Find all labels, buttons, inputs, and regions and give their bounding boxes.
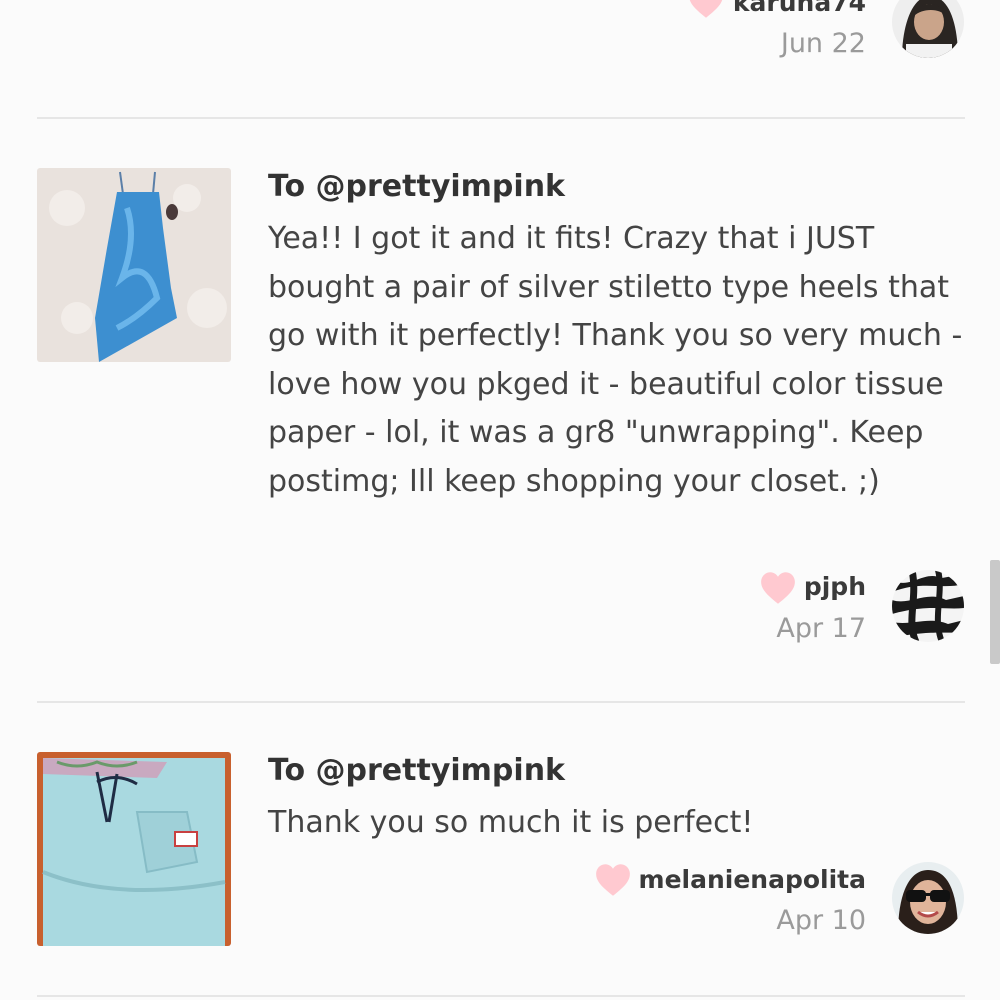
review-divider <box>37 117 965 119</box>
review-date: Apr 10 <box>776 905 866 936</box>
reviewer-username[interactable]: karuna74 <box>733 0 866 17</box>
review-divider <box>37 701 965 703</box>
review-recipient: To @prettyimpink <box>268 169 565 204</box>
review-comment: Yea!! I got it and it fits! Crazy that i… <box>268 221 963 499</box>
like-heart-icon[interactable] <box>688 0 724 20</box>
review-date: Apr 17 <box>776 613 866 644</box>
review-comment: Thank you so much it is perfect! <box>268 805 754 840</box>
reviewer-username[interactable]: pjph <box>804 572 866 601</box>
like-heart-icon[interactable] <box>595 862 631 898</box>
listing-thumbnail[interactable] <box>37 168 231 362</box>
review-recipient: To @prettyimpink <box>268 753 565 788</box>
reviewer-username[interactable]: melanienapolita <box>639 865 866 894</box>
reviewer-avatar[interactable] <box>892 0 964 58</box>
like-heart-icon[interactable] <box>760 570 796 606</box>
reviewer-avatar[interactable] <box>892 862 964 934</box>
listing-thumbnail[interactable] <box>37 752 231 946</box>
review-date: Jun 22 <box>780 28 866 59</box>
review-divider <box>37 995 965 997</box>
reviewer-avatar[interactable] <box>892 570 964 642</box>
scrollbar[interactable] <box>990 560 1000 664</box>
